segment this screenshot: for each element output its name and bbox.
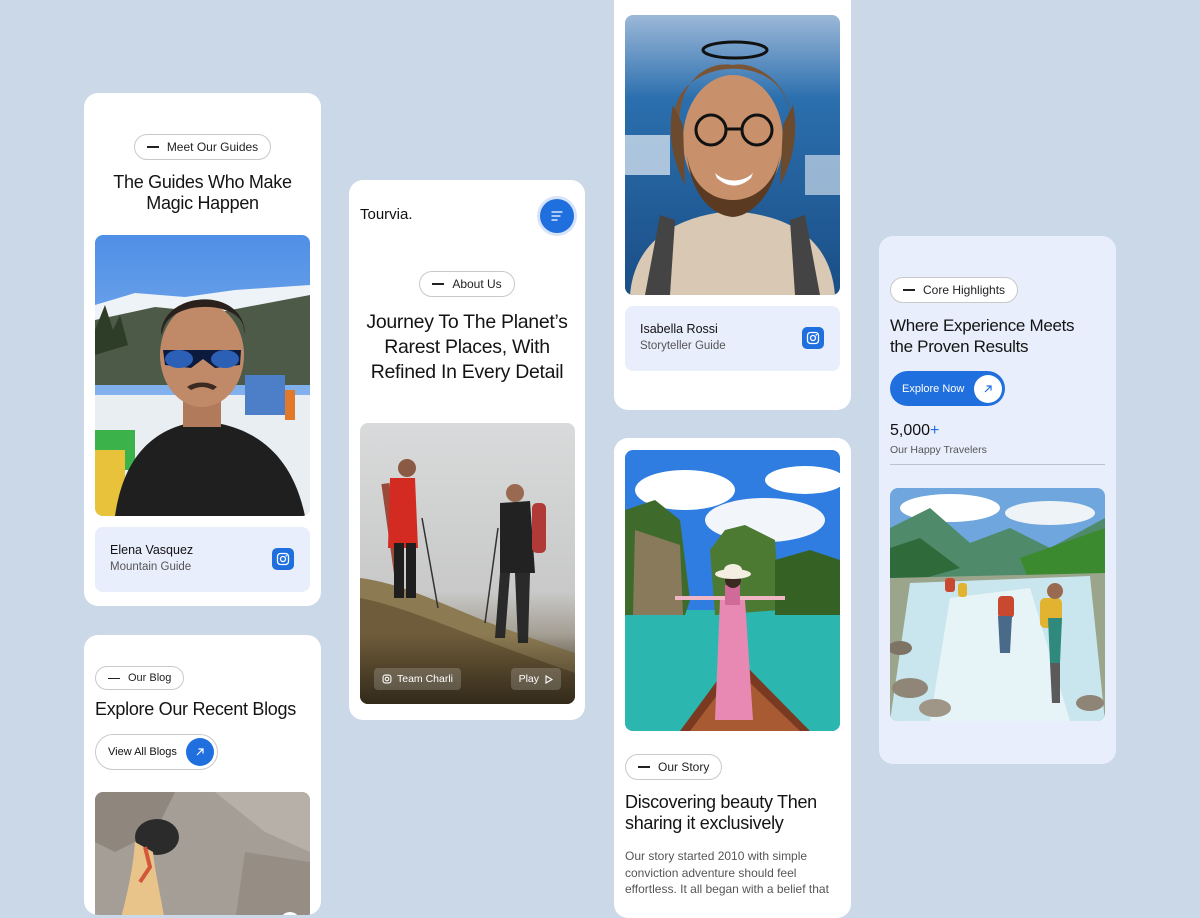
menu-button[interactable]: [540, 199, 574, 233]
story-title: Discovering beauty Then sharing it exclu…: [625, 792, 817, 834]
story-body: Our story started 2010 with simple convi…: [625, 848, 829, 898]
dash-icon: [903, 289, 915, 291]
story-tag: Our Story: [625, 754, 723, 780]
story-title-line1: Discovering beauty Then: [625, 792, 817, 812]
highlights-photo-river: [890, 488, 1105, 721]
stat-suffix: +: [930, 422, 940, 439]
guide-name: Isabella Rossi: [640, 322, 718, 336]
blog-title: Explore Our Recent Blogs: [95, 699, 296, 719]
about-tag: About Us: [419, 271, 515, 297]
view-all-blogs-label: View All Blogs: [108, 746, 177, 758]
story-tag-label: Our Story: [658, 760, 710, 774]
view-all-blogs-button[interactable]: View All Blogs: [95, 734, 218, 770]
meet-guides-tag-label: Meet Our Guides: [166, 140, 259, 154]
meet-guides-tag: Meet Our Guides: [133, 134, 272, 160]
instagram-icon: [382, 674, 392, 684]
guide-role: Storyteller Guide: [640, 340, 726, 352]
guide-name: Elena Vasquez: [110, 543, 194, 557]
story-body-line1: Our story started 2010 with simple: [625, 849, 808, 863]
guides-title-line2: Magic Happen: [146, 193, 259, 213]
explore-now-label: Explore Now: [902, 382, 965, 395]
arrow-up-right-icon: [974, 374, 1002, 403]
dash-icon: [638, 766, 650, 768]
video-hikers[interactable]: Team Charli Play: [360, 423, 575, 704]
blog-card: Our Blog Explore Our Recent Blogs View A…: [84, 635, 321, 915]
story-photo-boat: [625, 450, 840, 731]
about-title-line2: Rarest Places, With: [384, 336, 550, 358]
play-label: Play: [518, 673, 539, 685]
team-tag[interactable]: Team Charli: [374, 668, 462, 690]
explore-now-button[interactable]: Explore Now: [890, 371, 1005, 406]
story-card: Our Story Discovering beauty Then sharin…: [614, 438, 851, 918]
instagram-icon[interactable]: [802, 327, 824, 349]
story-title-line2: sharing it exclusively: [625, 813, 784, 833]
about-title-line1: Journey To The Planet’s: [366, 311, 568, 333]
guides-title-line1: The Guides Who Make: [113, 172, 292, 192]
dash-icon: [432, 283, 445, 285]
about-title-line3: Refined In Every Detail: [370, 361, 564, 383]
story-body-line3: effortless. It all began with a belief t…: [625, 882, 829, 896]
blog-photo-climber: [95, 792, 310, 915]
guide-info-isabella: Isabella Rossi Storyteller Guide: [625, 306, 840, 371]
blog-tag-label: Our Blog: [128, 672, 172, 685]
brand-logo[interactable]: Tourvia.: [360, 206, 413, 223]
instagram-icon[interactable]: [272, 548, 294, 570]
guide-role: Mountain Guide: [110, 561, 192, 573]
team-tag-label: Team Charli: [397, 673, 454, 685]
guides-card: Meet Our Guides The Guides Who Make Magi…: [84, 93, 321, 606]
play-icon: [545, 674, 553, 684]
guide-info-elena: Elena Vasquez Mountain Guide: [95, 527, 310, 592]
play-button[interactable]: Play: [510, 668, 561, 690]
dash-icon: [108, 677, 120, 679]
about-tag-label: About Us: [452, 277, 502, 291]
highlights-title-line2: the Proven Results: [890, 337, 1029, 356]
guide-photo-elena: [95, 235, 310, 516]
menu-icon: [551, 211, 563, 221]
guide-photo-isabella: [625, 15, 840, 295]
highlights-title-line1: Where Experience Meets: [890, 316, 1075, 335]
stat-label: Our Happy Travelers: [890, 444, 987, 456]
story-body-line2: conviction adventure should feel: [625, 865, 797, 880]
highlights-title: Where Experience Meets the Proven Result…: [890, 315, 1075, 357]
stat-value: 5,000+: [890, 422, 939, 440]
stat-number: 5,000: [890, 422, 931, 439]
dash-icon: [146, 146, 159, 148]
highlights-tag: Core Highlights: [890, 277, 1019, 303]
highlights-tag-label: Core Highlights: [923, 283, 1006, 297]
divider: [890, 464, 1105, 465]
highlights-card: Core Highlights Where Experience Meets t…: [879, 236, 1116, 764]
guide2-card: Isabella Rossi Storyteller Guide: [614, 0, 851, 410]
guides-title: The Guides Who Make Magic Happen: [84, 172, 321, 214]
about-title: Journey To The Planet’s Rarest Places, W…: [349, 310, 585, 385]
blog-tag: Our Blog: [95, 666, 185, 691]
arrow-up-right-icon: [186, 738, 214, 766]
about-card: Tourvia. About Us Journey To The Planet’…: [349, 180, 585, 720]
